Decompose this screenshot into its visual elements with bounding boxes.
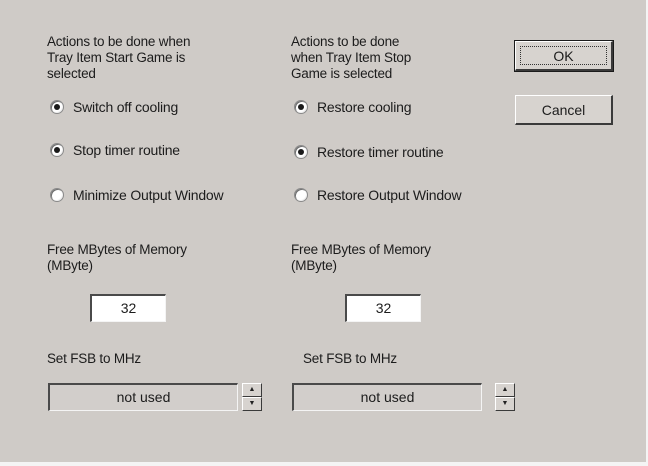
ok-button-label: OK: [553, 48, 574, 64]
left-heading: Actions to be done when Tray Item Start …: [47, 34, 191, 81]
settings-dialog: Actions to be done when Tray Item Start …: [0, 0, 648, 466]
radio-label: Restore cooling: [317, 99, 412, 115]
right-fsb-label: Set FSB to MHz: [303, 351, 397, 366]
radio-checked-icon: [50, 100, 64, 114]
left-fsb-label: Set FSB to MHz: [47, 351, 141, 366]
radio-label: Switch off cooling: [73, 99, 179, 115]
radio-stop-timer-routine[interactable]: Stop timer routine: [50, 140, 180, 160]
radio-label: Restore timer routine: [317, 144, 444, 160]
cancel-button-label: Cancel: [541, 102, 586, 118]
spin-up-icon[interactable]: ▲: [242, 383, 262, 397]
spin-down-icon[interactable]: ▼: [495, 397, 515, 411]
right-fsb-select[interactable]: not used: [292, 383, 482, 411]
left-memory-label: Free MBytes of Memory (MByte): [47, 242, 187, 273]
radio-checked-icon: [294, 100, 308, 114]
right-fsb-spinner: ▲ ▼: [495, 383, 515, 411]
spin-down-icon[interactable]: ▼: [242, 397, 262, 411]
radio-restore-output-window[interactable]: Restore Output Window: [294, 185, 462, 205]
radio-checked-icon: [50, 143, 64, 157]
radio-label: Restore Output Window: [317, 187, 462, 203]
radio-restore-timer-routine[interactable]: Restore timer routine: [294, 142, 444, 162]
radio-unchecked-icon: [294, 188, 308, 202]
right-memory-label: Free MBytes of Memory (MByte): [291, 242, 431, 273]
radio-unchecked-icon: [50, 188, 64, 202]
left-fsb-spinner: ▲ ▼: [242, 383, 262, 411]
radio-checked-icon: [294, 145, 308, 159]
radio-switch-off-cooling[interactable]: Switch off cooling: [50, 97, 178, 117]
cancel-button[interactable]: Cancel: [515, 95, 613, 125]
ok-button[interactable]: OK: [514, 40, 614, 72]
spin-up-icon[interactable]: ▲: [495, 383, 515, 397]
radio-minimize-output-window[interactable]: Minimize Output Window: [50, 185, 224, 205]
right-memory-input[interactable]: 32: [345, 294, 421, 322]
radio-restore-cooling[interactable]: Restore cooling: [294, 97, 411, 117]
left-fsb-select[interactable]: not used: [48, 383, 238, 411]
radio-label: Stop timer routine: [73, 142, 180, 158]
right-heading: Actions to be done when Tray Item Stop G…: [291, 34, 412, 81]
left-memory-input[interactable]: 32: [90, 294, 166, 322]
radio-label: Minimize Output Window: [73, 187, 224, 203]
